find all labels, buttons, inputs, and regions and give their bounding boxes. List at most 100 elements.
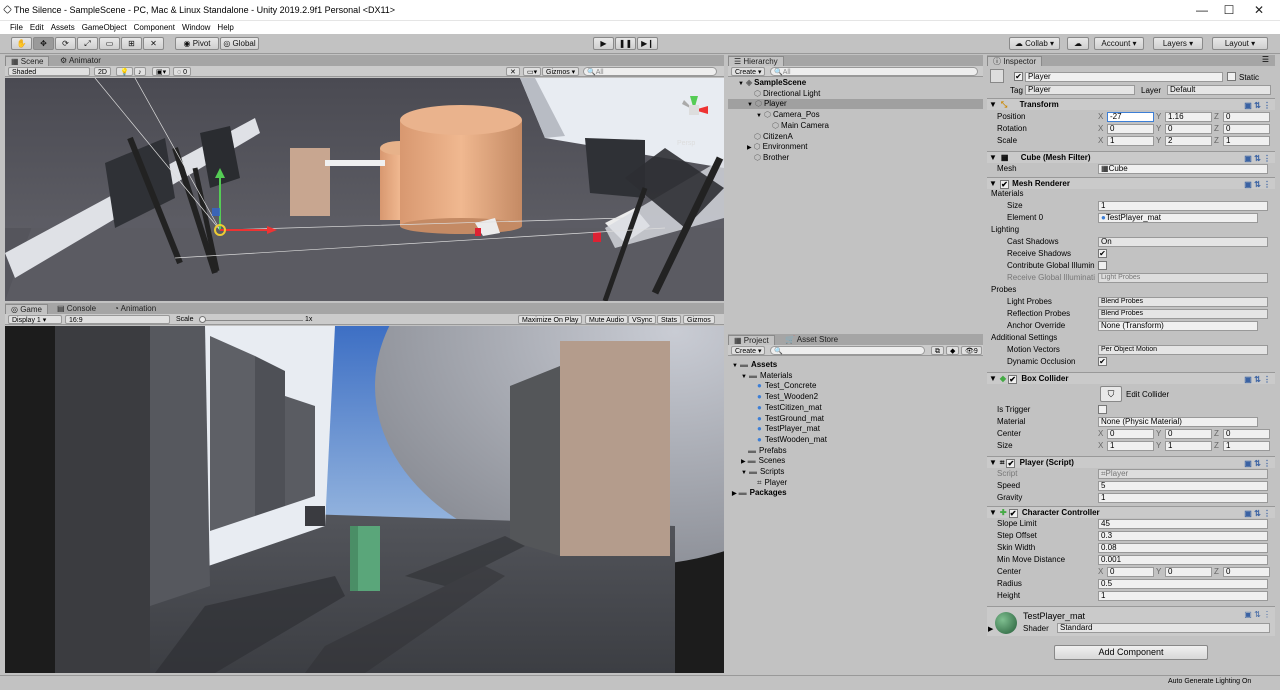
tab-project[interactable]: ▦ Project	[728, 335, 775, 345]
close-button[interactable]: ✕	[1244, 3, 1274, 18]
tab-game[interactable]: ◎ Game	[5, 304, 48, 314]
collider-material-field[interactable]: None (Physic Material)	[1098, 417, 1258, 427]
project-item[interactable]: ● TestPlayer_mat	[728, 424, 983, 434]
tab-asset-store[interactable]: 🛒 Asset Store	[780, 335, 843, 345]
scene-orientation-gizmo-icon[interactable]	[672, 88, 716, 132]
transform-rotation-z-field[interactable]: 0	[1223, 124, 1270, 134]
foldout-arrow-icon[interactable]: ▼	[738, 81, 744, 87]
scene-gizmos-dropdown[interactable]: Gizmos ▾	[542, 67, 580, 76]
cc-center-x-field[interactable]: 0	[1107, 567, 1154, 577]
vsync-toggle[interactable]: VSync	[628, 315, 657, 324]
boxcollider-header[interactable]: ▼ ◆ ✔ Box Collider ▣ ⇅ ⋮	[987, 372, 1275, 384]
cloud-icon[interactable]: ☁	[1067, 37, 1089, 50]
move-tool-icon[interactable]: ✥	[33, 37, 54, 50]
step-field[interactable]: 0.3	[1098, 531, 1268, 541]
hierarchy-item[interactable]: ▼ ⬡ Player	[728, 99, 983, 110]
meshrenderer-header[interactable]: ▼ ✔ Mesh Renderer ▣ ⇅ ⋮	[987, 177, 1275, 189]
meshfilter-header[interactable]: ▼ ▦ Cube (Mesh Filter) ▣ ⇅ ⋮	[987, 151, 1275, 163]
collab-button[interactable]: ☁ Collab ▾	[1009, 37, 1060, 50]
menu-edit[interactable]: Edit	[30, 23, 44, 32]
minimize-button[interactable]: —	[1187, 3, 1217, 18]
speed-field[interactable]: 5	[1098, 481, 1268, 491]
meshrenderer-settings-icon[interactable]: ▣ ⇅ ⋮	[1244, 179, 1271, 191]
scene-search-input[interactable]: 🔍All	[583, 67, 717, 76]
cc-center-z-field[interactable]: 0	[1223, 567, 1270, 577]
effects-dropdown[interactable]: ▣▾	[152, 67, 171, 76]
collider-size-y-field[interactable]: 1	[1165, 441, 1212, 451]
hierarchy-item[interactable]: ⬡ Directional Light	[728, 89, 983, 99]
collider-center-x-field[interactable]: 0	[1107, 429, 1154, 439]
transform-tool-icon[interactable]: ⊞	[121, 37, 142, 50]
menu-help[interactable]: Help	[217, 23, 233, 32]
hidden-packages-icon[interactable]: 👁9	[961, 346, 982, 355]
probes-foldout[interactable]: Probes	[991, 285, 1016, 294]
collider-center-z-field[interactable]: 0	[1223, 429, 1270, 439]
gameobject-name-input[interactable]: Player	[1025, 72, 1223, 82]
project-item[interactable]: ▼ ▬ Scripts	[728, 467, 983, 477]
scale-slider-handle[interactable]	[199, 316, 206, 323]
foldout-arrow-icon[interactable]: ▼	[741, 470, 747, 476]
project-search-input[interactable]: 🔍	[770, 346, 925, 355]
tab-console[interactable]: ▤ Console	[52, 304, 101, 314]
project-item[interactable]: ● Test_Wooden2	[728, 392, 983, 402]
scene-tools-icon[interactable]: ✕	[506, 67, 520, 76]
tab-hierarchy[interactable]: ☰ Hierarchy	[728, 56, 784, 66]
project-item[interactable]: ▶ ▬ Scenes	[728, 456, 983, 466]
menu-assets[interactable]: Assets	[51, 23, 75, 32]
maximize-on-play-toggle[interactable]: Maximize On Play	[518, 315, 583, 324]
menu-file[interactable]: File	[10, 23, 23, 32]
height-field[interactable]: 1	[1098, 591, 1268, 601]
display-dropdown[interactable]: Display 1 ▾	[8, 315, 62, 324]
light-probes-dropdown[interactable]: Blend Probes	[1098, 297, 1268, 307]
hierarchy-item[interactable]: ⬡ Brother	[728, 153, 983, 163]
game-gizmos-toggle[interactable]: Gizmos	[683, 315, 715, 324]
rotate-tool-icon[interactable]: ⟳	[55, 37, 76, 50]
charcontroller-header[interactable]: ▼ ✚ ✔ Character Controller ▣ ⇅ ⋮	[987, 506, 1275, 518]
aspect-dropdown[interactable]: 16:9	[65, 315, 170, 324]
meshrenderer-enabled-checkbox[interactable]: ✔	[999, 180, 1009, 189]
scale-slider-track[interactable]	[200, 320, 303, 321]
project-item[interactable]: ▼ ▬ Materials	[728, 371, 983, 381]
edit-collider-button[interactable]: ⛉	[1100, 386, 1122, 402]
maximize-button[interactable]: ☐	[1214, 3, 1244, 18]
gravity-field[interactable]: 1	[1098, 493, 1268, 503]
tag-dropdown[interactable]: Player	[1025, 85, 1135, 95]
collider-center-y-field[interactable]: 0	[1165, 429, 1212, 439]
is-trigger-checkbox[interactable]	[1098, 405, 1107, 414]
skin-field[interactable]: 0.08	[1098, 543, 1268, 553]
add-component-button[interactable]: Add Component	[1054, 645, 1208, 660]
scale-tool-icon[interactable]: ⤢	[77, 37, 98, 50]
anchor-override-field[interactable]: None (Transform)	[1098, 321, 1258, 331]
transform-rotation-x-field[interactable]: 0	[1107, 124, 1154, 134]
transform-position-z-field[interactable]: 0	[1223, 112, 1270, 122]
hierarchy-item[interactable]: ▼ ◈ SampleScene	[728, 78, 983, 88]
foldout-arrow-icon[interactable]: ▶	[732, 491, 737, 497]
projection-label[interactable]: Persp	[677, 140, 695, 147]
pivot-toggle[interactable]: ◉ Pivot	[175, 37, 219, 50]
motion-vectors-dropdown[interactable]: Per Object Motion	[1098, 345, 1268, 355]
layers-dropdown[interactable]: Layers ▾	[1153, 37, 1203, 50]
tab-scene[interactable]: ▦ Scene	[5, 56, 50, 66]
foldout-arrow-icon[interactable]: ▼	[732, 363, 738, 369]
radius-field[interactable]: 0.5	[1098, 579, 1268, 589]
lighting-foldout[interactable]: Lighting	[991, 225, 1019, 234]
gameobject-active-checkbox[interactable]: ✔	[1014, 72, 1023, 81]
project-item[interactable]: ⌗ Player	[728, 478, 983, 488]
lighting-toggle-icon[interactable]: 💡	[116, 67, 133, 76]
collider-size-x-field[interactable]: 1	[1107, 441, 1154, 451]
shader-dropdown[interactable]: Standard	[1057, 623, 1270, 633]
filter-type-icon[interactable]: ⧉	[931, 346, 944, 355]
tab-animator[interactable]: ⚙ Animator	[55, 56, 106, 66]
transform-header[interactable]: ▼ ⤡ Transform ▣ ⇅ ⋮	[987, 98, 1275, 110]
foldout-arrow-icon[interactable]: ▶	[747, 145, 752, 151]
minmove-field[interactable]: 0.001	[1098, 555, 1268, 565]
camera-settings-icon[interactable]: ▭▾	[523, 67, 542, 76]
materials-foldout[interactable]: Materials	[991, 189, 1023, 198]
foldout-arrow-icon[interactable]: ▼	[741, 374, 747, 380]
playerscript-enabled-checkbox[interactable]: ✔	[1006, 459, 1016, 468]
hierarchy-item[interactable]: ⬡ Main Camera	[728, 121, 983, 131]
slope-field[interactable]: 45	[1098, 519, 1268, 529]
charcontroller-enabled-checkbox[interactable]: ✔	[1008, 509, 1018, 518]
hierarchy-search-input[interactable]: 🔍All	[770, 67, 978, 76]
material-settings-icon[interactable]: ▣ ⇅ ⋮	[1244, 610, 1271, 619]
